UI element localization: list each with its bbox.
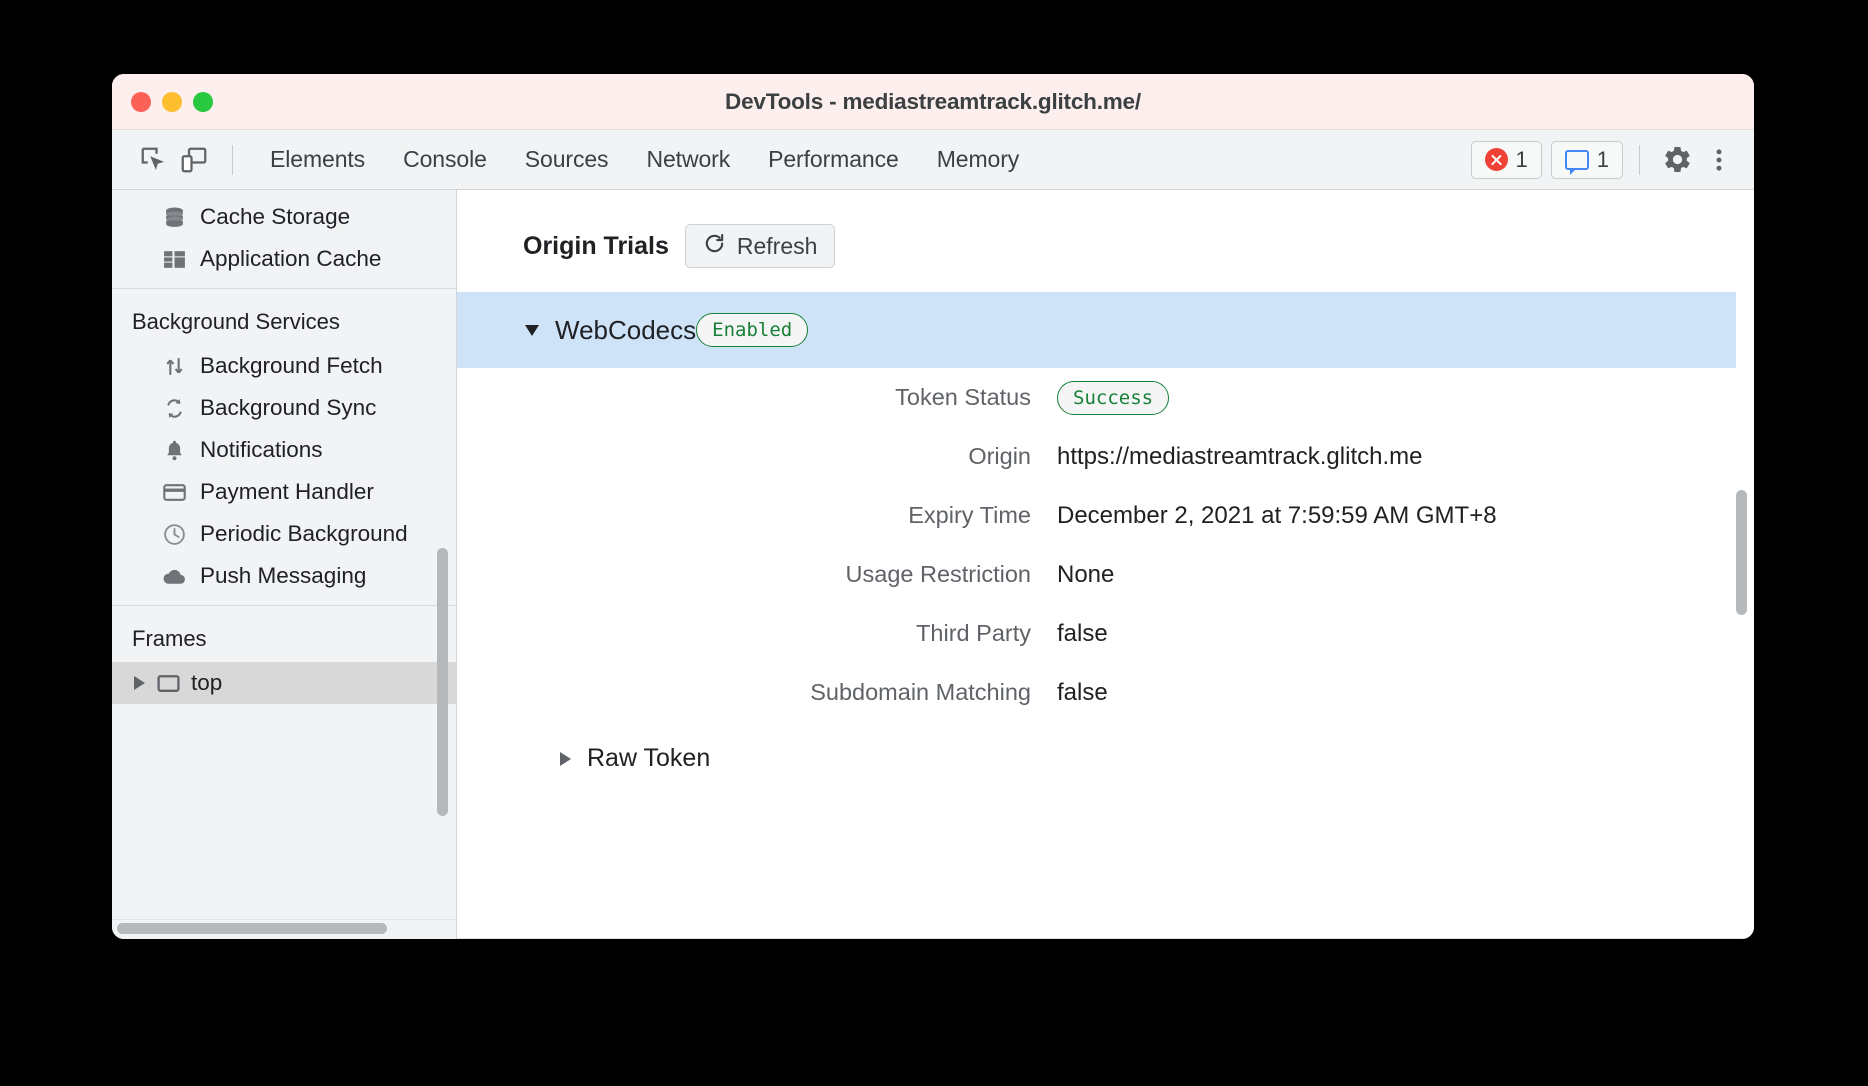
sidebar-item-background-sync[interactable]: Background Sync bbox=[112, 387, 456, 429]
frames-section: Frames top bbox=[112, 606, 456, 712]
error-count-label: 1 bbox=[1516, 147, 1528, 173]
clock-icon bbox=[161, 521, 187, 547]
error-icon bbox=[1485, 148, 1508, 171]
detail-value: Success bbox=[1057, 381, 1169, 415]
detail-row-subdomain-matching: Subdomain Matching false bbox=[457, 663, 1754, 722]
device-toolbar-icon[interactable] bbox=[174, 140, 214, 180]
devtools-body: Cache Storage Application Cache bbox=[112, 190, 1754, 939]
title-bar: DevTools - mediastreamtrack.glitch.me/ bbox=[112, 74, 1754, 130]
triangle-right-icon[interactable] bbox=[560, 752, 571, 766]
sidebar-item-label: Application Cache bbox=[200, 246, 381, 272]
detail-label: Subdomain Matching bbox=[457, 679, 1057, 706]
background-services-section: Background Services Background Fetch bbox=[112, 289, 456, 606]
up-down-arrows-icon bbox=[161, 353, 187, 379]
section-title-background-services: Background Services bbox=[112, 295, 456, 345]
sidebar-item-push-messaging[interactable]: Push Messaging bbox=[112, 555, 456, 597]
page-title: Origin Trials bbox=[523, 232, 669, 261]
bell-icon bbox=[161, 437, 187, 463]
frame-icon bbox=[155, 670, 181, 696]
sidebar-item-label: Payment Handler bbox=[200, 479, 374, 505]
detail-row-third-party: Third Party false bbox=[457, 604, 1754, 663]
tab-elements[interactable]: Elements bbox=[251, 140, 384, 179]
token-status-badge: Success bbox=[1057, 381, 1169, 415]
window-title: DevTools - mediastreamtrack.glitch.me/ bbox=[112, 89, 1754, 115]
vertical-dots-icon[interactable] bbox=[1698, 139, 1740, 181]
trial-details-list: Token Status Success Origin https://medi… bbox=[457, 368, 1754, 722]
tab-sources[interactable]: Sources bbox=[506, 140, 628, 179]
sidebar-horizontal-scrollbar[interactable] bbox=[117, 923, 387, 934]
sidebar-item-label: Cache Storage bbox=[200, 204, 350, 230]
sidebar-item-label: Background Fetch bbox=[200, 353, 383, 379]
sidebar-vertical-scrollbar[interactable] bbox=[437, 548, 448, 816]
detail-label: Origin bbox=[457, 443, 1057, 470]
tab-network[interactable]: Network bbox=[627, 140, 749, 179]
detail-row-usage-restriction: Usage Restriction None bbox=[457, 545, 1754, 604]
tab-console[interactable]: Console bbox=[384, 140, 506, 179]
detail-row-origin: Origin https://mediastreamtrack.glitch.m… bbox=[457, 427, 1754, 486]
gear-icon[interactable] bbox=[1656, 139, 1698, 181]
message-icon bbox=[1565, 150, 1589, 170]
sidebar-horizontal-scrollbar-track bbox=[112, 919, 456, 939]
sync-arrows-icon bbox=[161, 395, 187, 421]
storage-section: Cache Storage Application Cache bbox=[112, 190, 456, 289]
sidebar-item-label: top bbox=[191, 670, 222, 696]
traffic-lights bbox=[131, 92, 213, 112]
sidebar-item-label: Push Messaging bbox=[200, 563, 366, 589]
cloud-icon bbox=[161, 563, 187, 589]
sidebar-item-label: Periodic Background bbox=[200, 521, 408, 547]
grid-icon bbox=[161, 246, 187, 272]
tab-memory[interactable]: Memory bbox=[918, 140, 1038, 179]
inspect-cursor-icon[interactable] bbox=[134, 140, 174, 180]
maximize-window-button[interactable] bbox=[193, 92, 213, 112]
devtools-window: DevTools - mediastreamtrack.glitch.me/ E… bbox=[112, 74, 1754, 939]
section-title-frames: Frames bbox=[112, 612, 456, 662]
sidebar-item-label: Notifications bbox=[200, 437, 323, 463]
sidebar-item-cache-storage[interactable]: Cache Storage bbox=[112, 196, 456, 238]
application-sidebar: Cache Storage Application Cache bbox=[112, 190, 457, 939]
database-icon bbox=[161, 204, 187, 230]
minimize-window-button[interactable] bbox=[162, 92, 182, 112]
toolbar-divider bbox=[232, 145, 233, 175]
message-count-badge[interactable]: 1 bbox=[1551, 141, 1623, 179]
trial-name: WebCodecs bbox=[555, 315, 696, 346]
tab-performance[interactable]: Performance bbox=[749, 140, 918, 179]
detail-label: Usage Restriction bbox=[457, 561, 1057, 588]
devtools-toolbar: Elements Console Sources Network Perform… bbox=[112, 130, 1754, 190]
detail-label: Third Party bbox=[457, 620, 1057, 647]
detail-value: https://mediastreamtrack.glitch.me bbox=[1057, 443, 1422, 471]
sidebar-item-top-frame[interactable]: top bbox=[112, 662, 456, 704]
close-window-button[interactable] bbox=[131, 92, 151, 112]
detail-row-expiry-time: Expiry Time December 2, 2021 at 7:59:59 … bbox=[457, 486, 1754, 545]
panel-bottom-divider bbox=[457, 938, 1754, 939]
sidebar-item-background-fetch[interactable]: Background Fetch bbox=[112, 345, 456, 387]
triangle-right-icon[interactable] bbox=[134, 676, 145, 690]
detail-value: None bbox=[1057, 561, 1114, 589]
toolbar-divider-2 bbox=[1639, 145, 1640, 175]
sidebar-item-notifications[interactable]: Notifications bbox=[112, 429, 456, 471]
detail-label: Token Status bbox=[457, 384, 1057, 411]
message-count-label: 1 bbox=[1597, 147, 1609, 173]
raw-token-label: Raw Token bbox=[587, 744, 710, 773]
error-count-badge[interactable]: 1 bbox=[1471, 141, 1542, 179]
detail-label: Expiry Time bbox=[457, 502, 1057, 529]
origin-trials-panel: Origin Trials Refresh WebCodecs bbox=[457, 190, 1754, 939]
refresh-icon bbox=[703, 232, 726, 261]
sidebar-item-label: Background Sync bbox=[200, 395, 376, 421]
detail-row-token-status: Token Status Success bbox=[457, 368, 1754, 427]
credit-card-icon bbox=[161, 479, 187, 505]
detail-value: false bbox=[1057, 679, 1108, 707]
triangle-down-icon[interactable] bbox=[525, 325, 539, 336]
detail-value: false bbox=[1057, 620, 1108, 648]
trial-header-row[interactable]: WebCodecs Enabled bbox=[457, 292, 1736, 368]
sidebar-item-periodic-background-sync[interactable]: Periodic Background bbox=[112, 513, 456, 555]
detail-value: December 2, 2021 at 7:59:59 AM GMT+8 bbox=[1057, 502, 1497, 530]
sidebar-item-payment-handler[interactable]: Payment Handler bbox=[112, 471, 456, 513]
sidebar-item-application-cache[interactable]: Application Cache bbox=[112, 238, 456, 280]
status-badge: Enabled bbox=[696, 313, 808, 347]
raw-token-row[interactable]: Raw Token bbox=[457, 744, 1754, 773]
origin-trials-header: Origin Trials Refresh bbox=[457, 224, 1754, 268]
main-vertical-scrollbar[interactable] bbox=[1736, 490, 1747, 615]
refresh-button[interactable]: Refresh bbox=[685, 224, 836, 268]
refresh-label: Refresh bbox=[737, 233, 818, 260]
